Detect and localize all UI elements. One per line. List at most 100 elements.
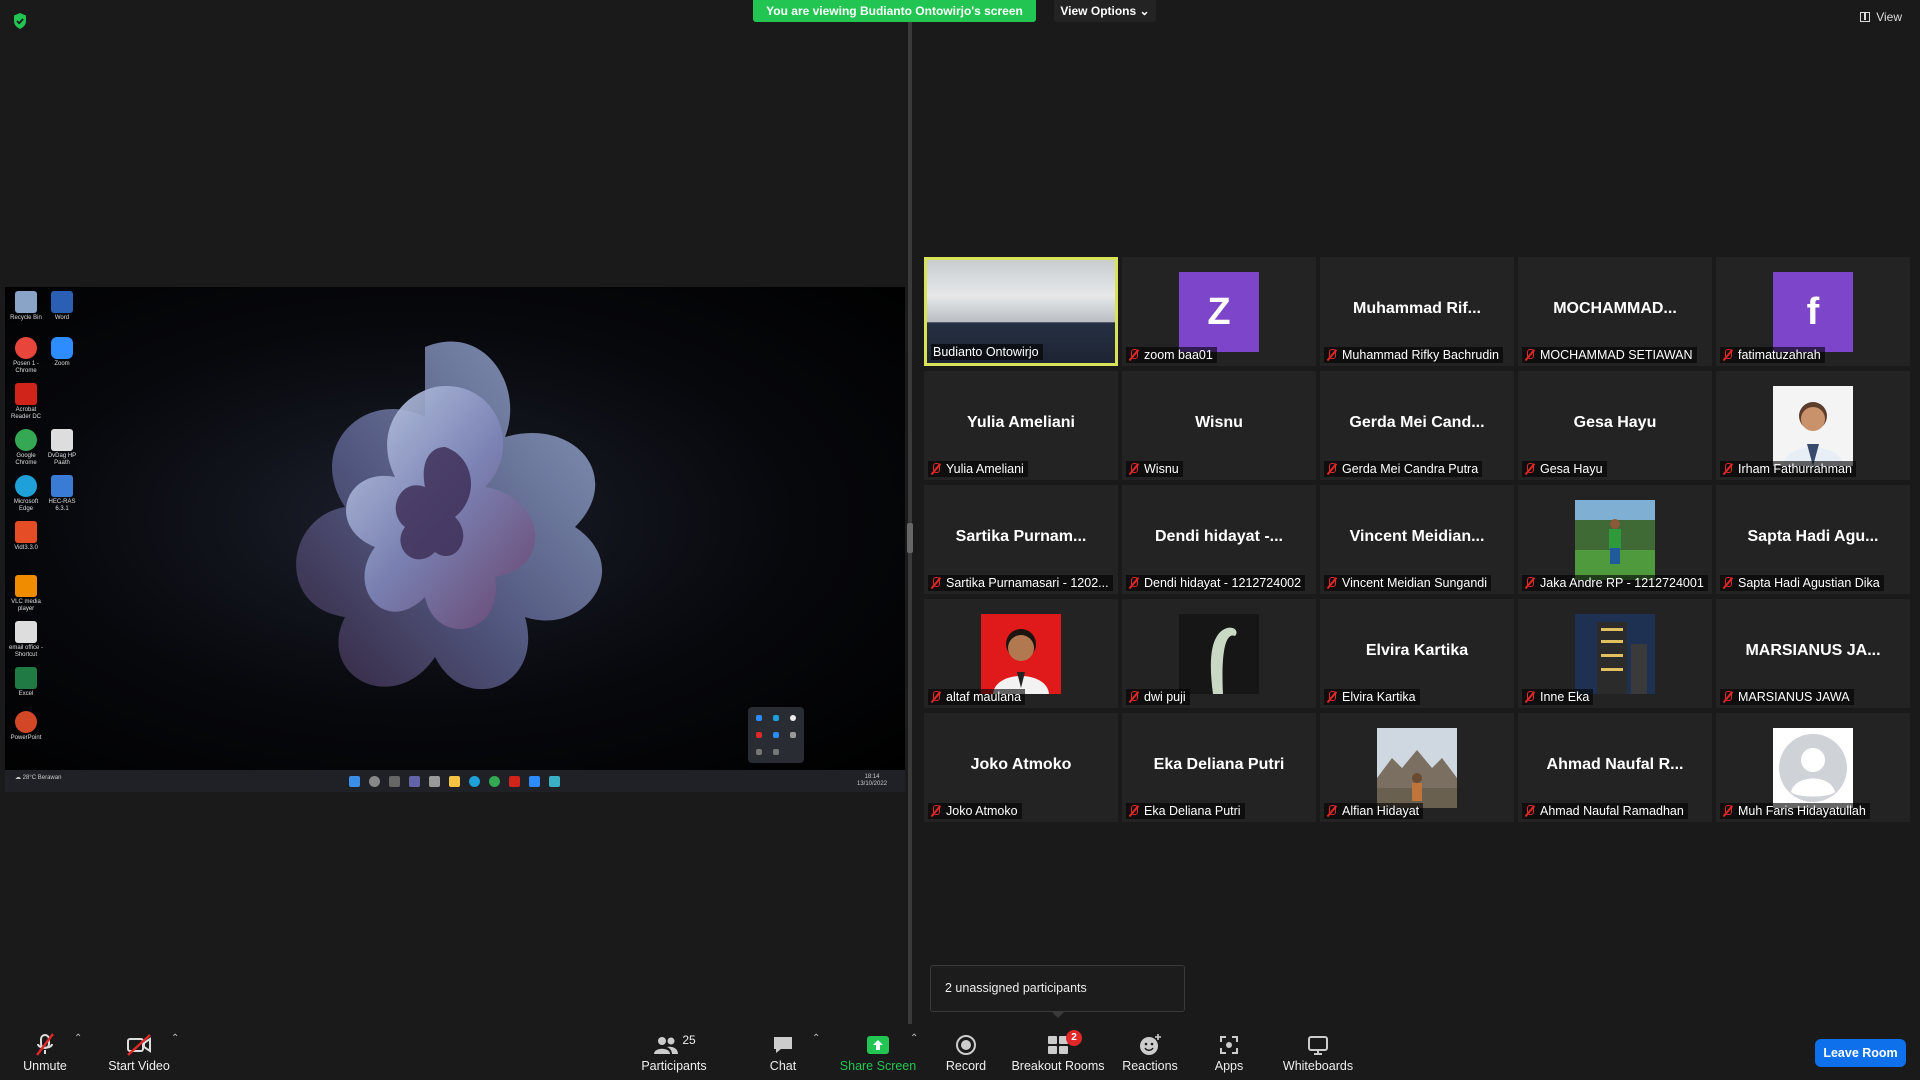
video-off-icon xyxy=(127,1034,151,1056)
apps-button[interactable]: Apps xyxy=(1206,1032,1252,1078)
whiteboards-button[interactable]: Whiteboards xyxy=(1280,1032,1356,1078)
security-shield-icon[interactable] xyxy=(12,12,28,30)
windows-bloom-wallpaper xyxy=(296,341,603,690)
desktop-icon[interactable]: HEC-RAS 6.3.1 xyxy=(45,475,79,513)
app-icon[interactable] xyxy=(549,776,560,787)
participant-tile[interactable]: Dendi hidayat -... Dendi hidayat - 121272… xyxy=(1122,485,1316,594)
desktop-icon[interactable]: Microsoft Edge xyxy=(9,475,43,513)
participant-tile[interactable]: Joko Atmoko Joko Atmoko xyxy=(924,713,1118,822)
participant-display-name: Wisnu xyxy=(1195,414,1243,431)
chat-button[interactable]: Chat xyxy=(763,1032,803,1078)
desktop-icon[interactable]: VidI3.3.0 xyxy=(9,521,43,552)
participant-tile[interactable]: Muh Faris Hidayatullah xyxy=(1716,713,1910,822)
desktop-icon[interactable]: Recycle Bin xyxy=(9,291,43,322)
participant-tile[interactable]: MARSIANUS JA... MARSIANUS JAWA xyxy=(1716,599,1910,708)
windows-taskbar: ☁ 28°C Berawan 18:14 13/10/2022 xyxy=(5,770,905,792)
participant-name: Sartika Purnamasari - 1202... xyxy=(946,576,1109,590)
desktop-icon[interactable]: PowerPoint xyxy=(9,711,43,742)
participant-tile[interactable]: Sapta Hadi Agu... Sapta Hadi Agustian Dik… xyxy=(1716,485,1910,594)
split-divider-handle[interactable] xyxy=(907,523,913,553)
participant-display-name: Vincent Meidian... xyxy=(1349,528,1485,545)
leave-room-button[interactable]: Leave Room xyxy=(1815,1039,1906,1067)
apps-icon xyxy=(1220,1036,1238,1054)
desktop-icon[interactable]: Zoom xyxy=(45,337,79,368)
desktop-icon[interactable]: email office - Shortcut xyxy=(9,621,43,659)
participant-tile[interactable]: MOCHAMMAD... MOCHAMMAD SETIAWAN xyxy=(1518,257,1712,366)
participant-display-name: MARSIANUS JA... xyxy=(1745,642,1881,659)
participant-name: Muhammad Rifky Bachrudin xyxy=(1342,348,1500,362)
zoom-icon[interactable] xyxy=(529,776,540,787)
participant-tile[interactable]: Eka Deliana Putri Eka Deliana Putri xyxy=(1122,713,1316,822)
participant-tile[interactable]: Alfian Hidayat xyxy=(1320,713,1514,822)
share-options-caret[interactable]: ⌃ xyxy=(910,1034,920,1044)
whiteboard-icon xyxy=(1308,1036,1328,1055)
desktop-icon[interactable]: Posen 1 - Chrome xyxy=(9,337,43,375)
breakout-rooms-badge: 2 xyxy=(1066,1030,1082,1046)
unmute-button[interactable]: Unmute xyxy=(14,1032,76,1078)
participant-tile[interactable]: f fatimatuzahrah xyxy=(1716,257,1910,366)
participant-tile[interactable]: Elvira Kartika Elvira Kartika xyxy=(1320,599,1514,708)
muted-mic-icon xyxy=(930,805,942,817)
participant-tile[interactable]: Sartika Purnam... Sartika Purnamasari - 1… xyxy=(924,485,1118,594)
record-button[interactable]: Record xyxy=(942,1032,990,1078)
start-video-button[interactable]: Start Video xyxy=(104,1032,174,1078)
widgets-icon[interactable] xyxy=(429,776,440,787)
desktop-wallpaper: Recycle Bin Word Posen 1 - Chrome Zoom A… xyxy=(5,287,905,770)
share-screen-button[interactable]: Share Screen xyxy=(838,1032,918,1078)
participant-tile[interactable]: Vincent Meidian... Vincent Meidian Sungan… xyxy=(1320,485,1514,594)
participant-tile[interactable]: altaf maulana xyxy=(924,599,1118,708)
participant-display-name: Gerda Mei Cand... xyxy=(1349,414,1485,431)
participant-tile[interactable]: Irham Fathurrahman xyxy=(1716,371,1910,480)
participant-name: Ahmad Naufal Ramadhan xyxy=(1540,804,1684,818)
participant-tile[interactable]: Inne Eka xyxy=(1518,599,1712,708)
task-view-icon[interactable] xyxy=(389,776,400,787)
teams-icon[interactable] xyxy=(409,776,420,787)
taskbar-clock[interactable]: 18:14 13/10/2022 xyxy=(857,774,887,788)
participant-tile[interactable]: Gerda Mei Cand... Gerda Mei Candra Putra xyxy=(1320,371,1514,480)
record-icon xyxy=(956,1035,976,1055)
participant-tile[interactable]: Ahmad Naufal R... Ahmad Naufal Ramadhan xyxy=(1518,713,1712,822)
video-options-caret[interactable]: ⌃ xyxy=(171,1034,181,1044)
participant-tile[interactable]: Yulia Ameliani Yulia Ameliani xyxy=(924,371,1118,480)
desktop-icon[interactable]: DvDag HP Paath xyxy=(45,429,79,467)
reactions-button[interactable]: Reactions xyxy=(1122,1032,1178,1078)
edge-icon[interactable] xyxy=(469,776,480,787)
participant-tile[interactable]: Wisnu Wisnu xyxy=(1122,371,1316,480)
chat-options-caret[interactable]: ⌃ xyxy=(812,1034,822,1044)
participant-name: Irham Fathurrahman xyxy=(1738,462,1852,476)
audio-options-caret[interactable]: ⌃ xyxy=(74,1034,84,1044)
muted-mic-icon xyxy=(1326,349,1338,361)
view-options-button[interactable]: View Options ⌄ xyxy=(1054,0,1156,22)
acrobat-icon[interactable] xyxy=(509,776,520,787)
participant-display-name: Elvira Kartika xyxy=(1365,642,1469,659)
chrome-icon[interactable] xyxy=(489,776,500,787)
participant-name-label: zoom baa01 xyxy=(1126,347,1217,363)
participants-button[interactable]: 25 Participants xyxy=(637,1032,711,1078)
desktop-icon[interactable]: VLC media player xyxy=(9,575,43,613)
participant-name-label: Inne Eka xyxy=(1522,689,1594,705)
participant-tile[interactable]: Zzoom baa01 xyxy=(1122,257,1316,366)
desktop-icon[interactable]: Google Chrome xyxy=(9,429,43,467)
participant-name: Budianto Ontowirjo xyxy=(933,345,1039,359)
participant-display-name: Muhammad Rif... xyxy=(1352,300,1481,317)
participant-tile[interactable]: Gesa Hayu Gesa Hayu xyxy=(1518,371,1712,480)
participant-name-label: Joko Atmoko xyxy=(928,803,1022,819)
unassigned-participants-tooltip: 2 unassigned participants xyxy=(930,965,1185,1012)
avatar xyxy=(1773,386,1853,466)
meeting-toolbar: Unmute ⌃ Start Video ⌃ 25 Participants C… xyxy=(0,1024,1920,1080)
desktop-icon[interactable]: Excel xyxy=(9,667,43,698)
breakout-rooms-button[interactable]: 2 Breakout Rooms xyxy=(1010,1030,1106,1078)
participant-tile[interactable]: Jaka Andre RP - 1212724001 xyxy=(1518,485,1712,594)
desktop-icon[interactable]: Word xyxy=(45,291,79,322)
participant-tile[interactable]: Muhammad Rif... Muhammad Rifky Bachrudin xyxy=(1320,257,1514,366)
participant-tile[interactable]: Budianto Ontowirjo xyxy=(924,257,1118,366)
desktop-icon[interactable]: Acrobat Reader DC xyxy=(9,383,43,421)
start-icon[interactable] xyxy=(349,776,360,787)
view-button[interactable]: View xyxy=(1860,10,1902,24)
muted-mic-icon xyxy=(1524,577,1536,589)
file-explorer-icon[interactable] xyxy=(449,776,460,787)
search-icon[interactable] xyxy=(369,776,380,787)
participant-name: Wisnu xyxy=(1144,462,1179,476)
participant-tile[interactable]: dwi puji xyxy=(1122,599,1316,708)
weather-widget[interactable]: ☁ 28°C Berawan xyxy=(15,775,61,781)
